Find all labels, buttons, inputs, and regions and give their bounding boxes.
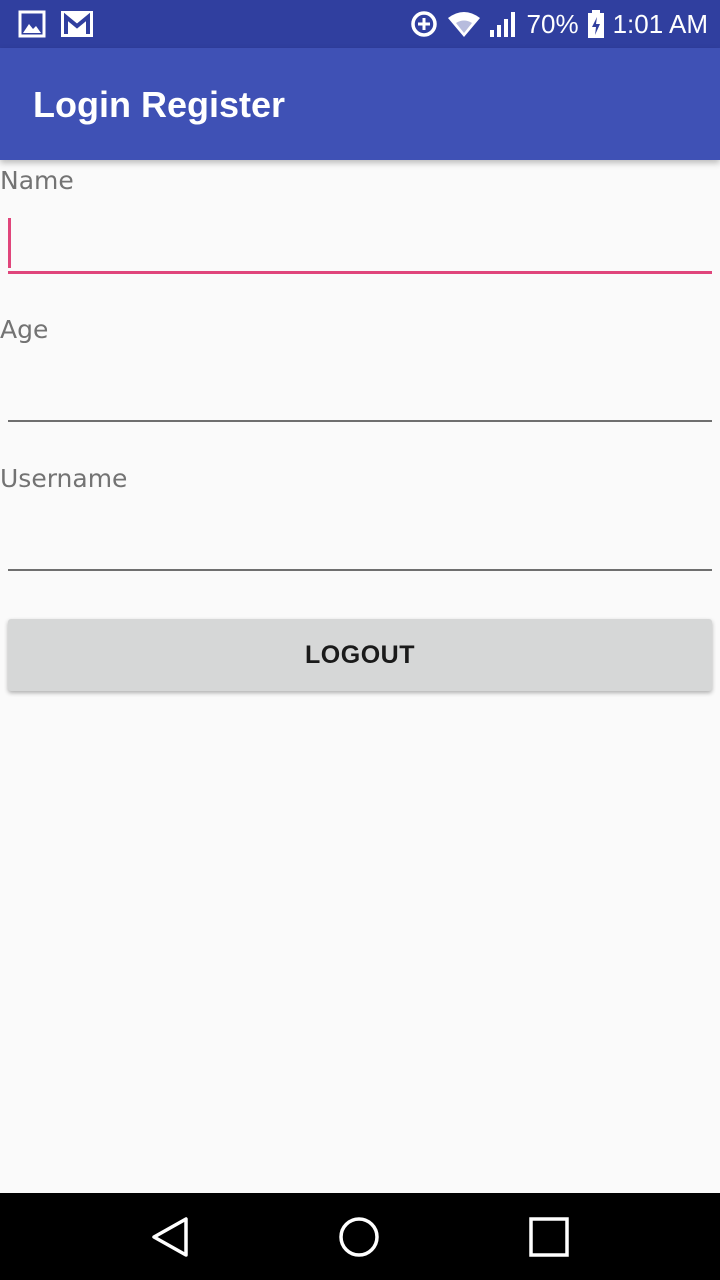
app-title: Login Register <box>33 84 286 125</box>
notification-icons <box>18 10 94 38</box>
logout-button[interactable]: LOGOUT <box>8 619 712 691</box>
image-icon <box>18 10 46 38</box>
app-bar: Login Register <box>0 48 720 160</box>
name-input[interactable] <box>8 228 712 274</box>
recents-icon[interactable] <box>525 1213 573 1261</box>
battery-charging-icon <box>587 9 605 39</box>
age-input[interactable] <box>8 376 712 422</box>
clock: 1:01 AM <box>612 8 708 39</box>
navigation-bar <box>0 1193 720 1280</box>
gmail-icon <box>60 10 94 38</box>
text-cursor <box>8 218 11 268</box>
battery-percent: 70% <box>526 8 579 39</box>
system-icons: 70% 1:01 AM <box>409 0 708 48</box>
age-label: Age <box>0 315 49 344</box>
back-icon[interactable] <box>146 1213 194 1261</box>
data-saver-icon <box>409 9 439 39</box>
status-bar: 70% 1:01 AM <box>0 0 720 48</box>
signal-icon <box>489 10 519 38</box>
name-label: Name <box>0 166 74 195</box>
username-input[interactable] <box>8 525 712 571</box>
wifi-icon <box>447 10 481 38</box>
username-label: Username <box>0 464 128 493</box>
home-icon[interactable] <box>335 1213 383 1261</box>
